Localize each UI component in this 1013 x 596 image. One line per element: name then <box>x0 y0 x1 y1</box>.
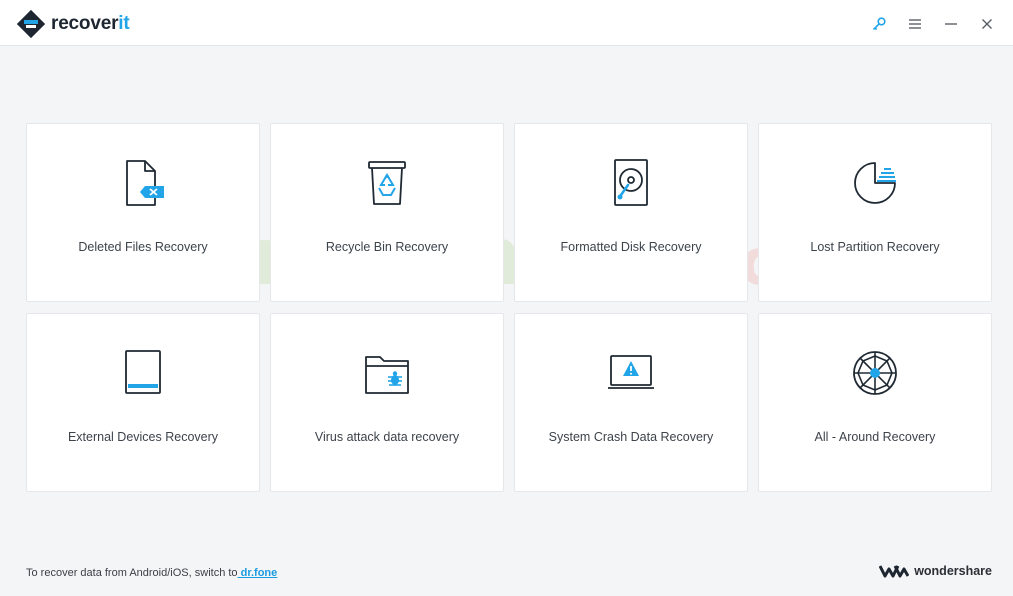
card-label: Lost Partition Recovery <box>810 240 940 254</box>
key-button[interactable] <box>861 12 897 36</box>
close-button[interactable] <box>969 12 1005 36</box>
card-label: All - Around Recovery <box>814 430 936 444</box>
card-label: Deleted Files Recovery <box>78 240 208 254</box>
virus-folder-icon <box>365 356 409 394</box>
deleted-file-icon <box>126 160 164 206</box>
card-all-around-recovery[interactable]: All - Around Recovery <box>758 313 992 492</box>
close-icon <box>982 19 992 29</box>
card-system-crash-data-recovery[interactable]: System Crash Data Recovery <box>514 313 748 492</box>
wondershare-logo-icon <box>879 565 910 578</box>
card-formatted-disk-recovery[interactable]: Formatted Disk Recovery <box>514 123 748 302</box>
app-name: recoverit <box>51 13 130 35</box>
card-label: Recycle Bin Recovery <box>325 240 449 254</box>
recovery-options-grid: Deleted Files Recovery Recycle Bin Recov… <box>26 123 992 493</box>
crash-monitor-icon <box>608 355 654 389</box>
card-label: Virus attack data recovery <box>314 430 460 444</box>
app-name-suffix: it <box>118 13 130 34</box>
card-label: System Crash Data Recovery <box>548 430 714 444</box>
external-device-icon <box>125 350 161 394</box>
all-around-web-icon <box>853 351 897 395</box>
dr-fone-link[interactable]: dr.fone <box>238 567 278 579</box>
card-recycle-bin-recovery[interactable]: Recycle Bin Recovery <box>270 123 504 302</box>
app-logo: recoverit <box>17 10 130 38</box>
footer-note: To recover data from Android/iOS, switch… <box>26 567 277 579</box>
recoverit-logo-icon <box>17 10 45 38</box>
card-virus-attack-data-recovery[interactable]: Virus attack data recovery <box>270 313 504 492</box>
partition-pie-icon <box>854 162 896 204</box>
card-lost-partition-recovery[interactable]: Lost Partition Recovery <box>758 123 992 302</box>
menu-button[interactable] <box>897 12 933 36</box>
wondershare-brand: wondershare <box>879 563 992 579</box>
title-bar: recoverit <box>0 0 1013 46</box>
brand-name: wondershare <box>914 564 992 578</box>
card-external-devices-recovery[interactable]: External Devices Recovery <box>26 313 260 492</box>
recycle-bin-icon <box>368 161 406 205</box>
card-deleted-files-recovery[interactable]: Deleted Files Recovery <box>26 123 260 302</box>
hard-disk-icon <box>614 159 648 206</box>
card-label: Formatted Disk Recovery <box>560 240 702 254</box>
minimize-icon <box>945 23 957 25</box>
footer-text: To recover data from Android/iOS, switch… <box>26 567 238 579</box>
menu-icon <box>909 19 921 29</box>
key-icon <box>872 17 886 31</box>
minimize-button[interactable] <box>933 12 969 36</box>
app-name-prefix: recover <box>51 13 119 34</box>
card-label: External Devices Recovery <box>67 430 219 444</box>
window-controls <box>861 12 1005 36</box>
